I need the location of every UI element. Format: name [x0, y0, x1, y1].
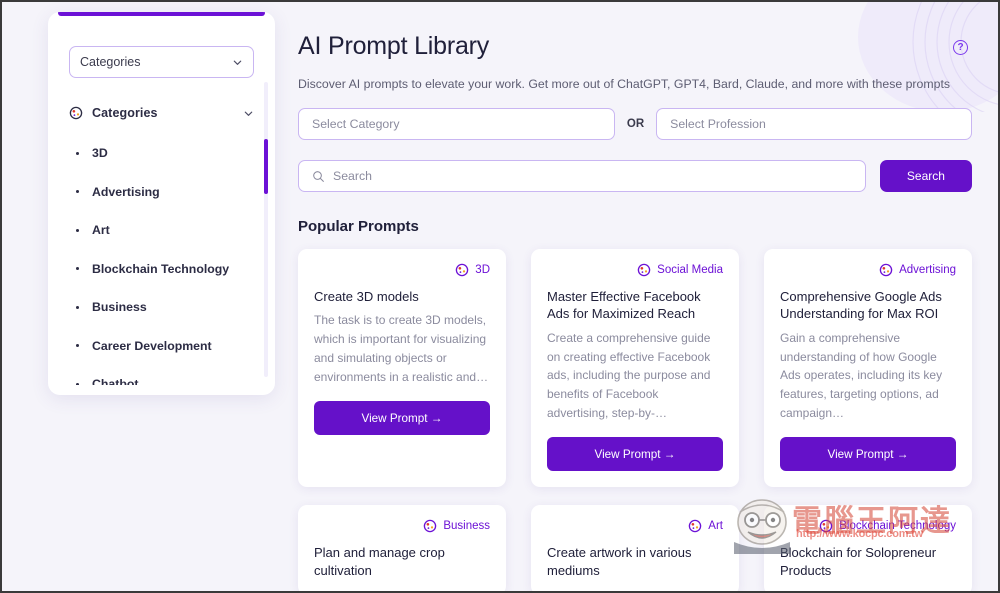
card-category-label: 3D: [475, 264, 490, 276]
sidebar-item-label: Blockchain Technology: [92, 261, 230, 276]
brand-badge-icon: [819, 520, 833, 533]
select-profession-dropdown[interactable]: Select Profession: [656, 108, 972, 140]
search-button[interactable]: Search: [879, 160, 972, 192]
prompt-card[interactable]: Social Media Master Effective Facebook Ad…: [531, 249, 739, 488]
card-title: Plan and manage crop cultivation: [314, 545, 445, 578]
brand-badge-icon: [424, 520, 437, 533]
sidebar-item-label: Advertising: [92, 184, 160, 199]
sidebar: Categories Categories 3D Advertising Art Bl…: [48, 12, 275, 395]
or-separator: OR: [626, 118, 645, 130]
sidebar-item-art[interactable]: Art: [69, 211, 261, 250]
sidebar-item-business[interactable]: Business: [69, 288, 261, 327]
select-category-dropdown[interactable]: Select Category: [298, 108, 615, 140]
card-title: Create artwork in various mediums: [547, 545, 692, 578]
sidebar-item-advertising[interactable]: Advertising: [69, 173, 261, 212]
card-description: Create a comprehensive guide on creating…: [547, 330, 711, 421]
categories-group-header[interactable]: Categories: [69, 106, 254, 120]
view-prompt-button[interactable]: View Prompt →: [780, 437, 956, 472]
card-category-row: Blockchain Technology: [780, 519, 956, 533]
view-prompt-button[interactable]: View Prompt →: [547, 437, 723, 472]
sidebar-item-label: Art: [92, 223, 110, 238]
chevron-down-icon: [244, 111, 253, 116]
brand-badge-icon: [689, 520, 702, 533]
sidebar-item-career-development[interactable]: Career Development: [69, 327, 261, 366]
card-category-label: Blockchain Technology: [839, 520, 956, 533]
sidebar-item-blockchain-technology[interactable]: Blockchain Technology: [69, 250, 261, 289]
brand-badge-icon: [637, 263, 651, 277]
page-title: AI Prompt Library: [298, 32, 490, 60]
bullet-icon: [76, 344, 79, 348]
brand-badge-icon: [879, 263, 893, 277]
prompt-card-grid: 3D Create 3D models The task is to create …: [298, 249, 972, 591]
brand-badge-icon: [456, 263, 469, 277]
sidebar-item-label: Chatbot: [92, 377, 139, 385]
section-title: Popular Prompts: [298, 218, 419, 235]
card-category-label: Business: [443, 520, 490, 533]
sidebar-item-3d[interactable]: 3D: [69, 134, 261, 173]
sidebar-item-label: 3D: [92, 146, 108, 161]
search-input[interactable]: Search: [298, 160, 866, 192]
prompt-card[interactable]: Business Plan and manage crop cultivation: [298, 505, 506, 591]
sidebar-item-label: Career Development: [92, 338, 212, 353]
view-prompt-button[interactable]: View Prompt →: [314, 401, 490, 436]
select-category-placeholder: Select Category: [312, 117, 400, 131]
categories-group-label: Categories: [92, 106, 158, 120]
bullet-icon: [76, 267, 79, 271]
sidebar-item-chatbot[interactable]: Chatbot: [69, 365, 261, 385]
page-subtitle: Discover AI prompts to elevate your work…: [298, 77, 951, 91]
bullet-icon: [76, 151, 79, 155]
prompt-card[interactable]: Blockchain Technology Blockchain for Solo…: [764, 505, 972, 591]
chevron-down-icon: [233, 60, 242, 65]
help-icon[interactable]: ?: [953, 40, 968, 55]
filter-row: Select Category OR Select Profession: [298, 108, 972, 140]
card-category-row: 3D: [314, 263, 490, 277]
categories-select[interactable]: Categories: [69, 46, 254, 78]
brand-badge-icon: [69, 106, 83, 120]
prompt-card[interactable]: 3D Create 3D models The task is to create …: [298, 249, 506, 488]
card-category-label: Social Media: [657, 264, 723, 276]
app-window: ? Categories Categories 3D Advertising Art…: [0, 0, 1000, 593]
card-title: Master Effective Facebook Ads for Maximi…: [547, 289, 701, 322]
sidebar-scrollbar-thumb[interactable]: [263, 139, 268, 194]
search-placeholder: Search: [333, 169, 372, 183]
sidebar-scrollbar-track[interactable]: [264, 82, 268, 377]
card-description: Gain a comprehensive understanding of ho…: [780, 330, 943, 421]
bullet-icon: [76, 305, 79, 309]
categories-select-label: Categories: [80, 55, 141, 69]
card-category-label: Art: [708, 520, 723, 533]
main-content: AI Prompt Library Discover AI prompts to…: [282, 4, 998, 591]
sidebar-accent-bar: [58, 12, 265, 16]
bullet-icon: [76, 228, 79, 232]
card-title: Blockchain for Solopreneur Products: [780, 545, 937, 578]
card-category-label: Advertising: [899, 264, 956, 276]
sidebar-item-label: Business: [92, 300, 147, 315]
card-category-row: Art: [547, 519, 723, 533]
prompt-card[interactable]: Advertising Comprehensive Google Ads Unde…: [764, 249, 972, 488]
search-row: Search Search: [298, 160, 972, 192]
select-profession-placeholder: Select Profession: [670, 117, 766, 131]
card-category-row: Advertising: [780, 263, 956, 277]
card-category-row: Business: [314, 519, 490, 533]
bullet-icon: [76, 190, 79, 194]
card-title: Comprehensive Google Ads Understanding f…: [780, 289, 942, 322]
bullet-icon: [76, 382, 79, 385]
prompt-card[interactable]: Art Create artwork in various mediums: [531, 505, 739, 591]
category-list: 3D Advertising Art Blockchain Technology Bus…: [69, 134, 261, 385]
card-description: The task is to create 3D models, which i…: [314, 313, 489, 385]
search-icon: [313, 170, 324, 182]
card-title: Create 3D models: [314, 289, 419, 304]
card-category-row: Social Media: [547, 263, 723, 277]
